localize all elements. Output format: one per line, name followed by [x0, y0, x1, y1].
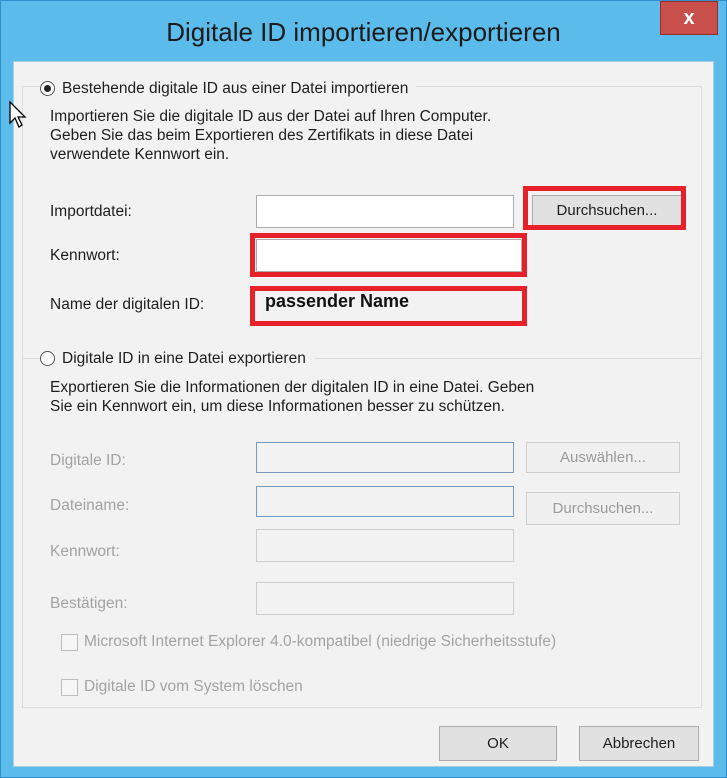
delete-id-checkbox[interactable]	[61, 678, 78, 696]
import-radio-label: Bestehende digitale ID aus einer Datei i…	[62, 80, 409, 97]
import-description-line: Geben Sie das beim Exportieren des Zerti…	[50, 127, 474, 144]
ie-compat-option[interactable]: Microsoft Internet Explorer 4.0-kompatib…	[61, 633, 556, 651]
export-description: Exportieren Sie die Informationen der di…	[50, 378, 534, 416]
import-radio[interactable]	[40, 81, 55, 96]
ie-compat-checkbox[interactable]	[61, 633, 78, 651]
filename-input[interactable]	[256, 486, 514, 517]
title-bar[interactable]: Digitale ID importieren/exportieren x	[1, 1, 726, 61]
delete-id-label: Digitale ID vom System löschen	[84, 678, 303, 695]
import-file-input[interactable]	[256, 195, 514, 228]
import-description-line: verwendete Kennwort ein.	[50, 146, 230, 163]
export-password-label: Kennwort:	[50, 543, 120, 560]
delete-id-option[interactable]: Digitale ID vom System löschen	[61, 678, 303, 696]
close-icon: x	[683, 7, 695, 29]
import-description-line: Importieren Sie die digitale ID aus der …	[50, 108, 492, 125]
dialog-window: Digitale ID importieren/exportieren x Be…	[0, 0, 727, 778]
confirm-label: Bestätigen:	[50, 595, 128, 612]
select-button[interactable]: Auswählen...	[526, 442, 680, 473]
dialog-body: Bestehende digitale ID aus einer Datei i…	[13, 61, 714, 767]
digital-id-label: Digitale ID:	[50, 452, 126, 469]
id-name-label: Name der digitalen ID:	[50, 296, 205, 313]
id-name-highlight	[250, 286, 527, 326]
cancel-button[interactable]: Abbrechen	[579, 726, 699, 761]
confirm-input[interactable]	[256, 582, 514, 615]
export-radio-label: Digitale ID in eine Datei exportieren	[62, 350, 306, 367]
export-browse-button[interactable]: Durchsuchen...	[526, 492, 680, 525]
filename-label: Dateiname:	[50, 497, 130, 514]
import-radio-option[interactable]: Bestehende digitale ID aus einer Datei i…	[40, 79, 417, 98]
import-browse-highlight	[523, 186, 686, 230]
ok-button[interactable]: OK	[439, 726, 557, 761]
export-radio[interactable]	[40, 351, 55, 366]
export-radio-option[interactable]: Digitale ID in eine Datei exportieren	[40, 349, 314, 368]
import-file-label: Importdatei:	[50, 203, 132, 220]
password-label: Kennwort:	[50, 247, 120, 264]
close-button[interactable]: x	[660, 1, 718, 35]
digital-id-input[interactable]	[256, 442, 514, 473]
dialog-title: Digitale ID importieren/exportieren	[166, 17, 561, 47]
password-highlight	[250, 233, 527, 277]
export-description-line: Sie ein Kennwort ein, um diese Informati…	[50, 398, 505, 415]
export-description-line: Exportieren Sie die Informationen der di…	[50, 379, 535, 396]
export-password-input[interactable]	[256, 529, 514, 562]
ie-compat-label: Microsoft Internet Explorer 4.0-kompatib…	[84, 633, 557, 650]
import-description: Importieren Sie die digitale ID aus der …	[50, 107, 491, 164]
mouse-cursor-icon	[9, 101, 27, 128]
